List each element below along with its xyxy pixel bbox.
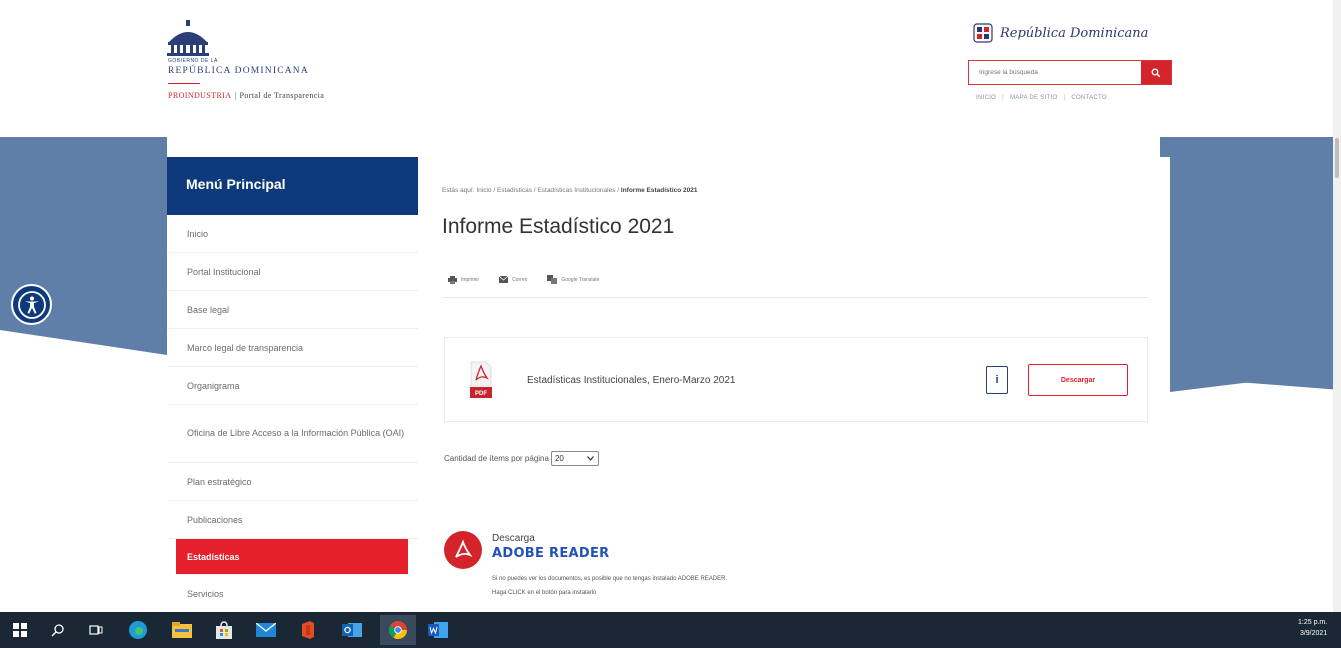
clock-date: 3/9/2021 (1299, 630, 1328, 637)
adobe-note-line1: Si no puedes ver los documentos, es posi… (492, 576, 728, 582)
envelope-icon (499, 276, 509, 283)
email-button[interactable]: Correo (499, 276, 527, 283)
adobe-download-label: Descarga (492, 533, 535, 544)
download-button[interactable]: Descargar (1028, 364, 1128, 396)
adobe-note-line2: Haga CLICK en el botón para instalarlo (492, 590, 597, 596)
menu-item-publicaciones[interactable]: Publicaciones (167, 501, 418, 539)
breadcrumb: Estás aquí: Inicio / Estadísticas / Esta… (442, 187, 698, 194)
adobe-reader-button[interactable] (444, 531, 482, 569)
email-label: Correo (512, 276, 528, 283)
divider (442, 297, 1148, 298)
file-explorer-icon[interactable] (170, 618, 194, 642)
chrome-icon[interactable] (380, 615, 416, 645)
accessibility-button[interactable] (11, 284, 52, 325)
menu-item-servicios[interactable]: Servicios (167, 575, 418, 613)
breadcrumb-estadisticas-institucionales[interactable]: Estadísticas Institucionales (537, 187, 615, 194)
menu-item-portal-institucional[interactable]: Portal Institucional (167, 253, 418, 291)
chevron-down-icon (587, 456, 594, 461)
menu-item-estadisticas[interactable]: Estadísticas (176, 539, 408, 575)
link-mapa-sitio[interactable]: MAPA DE SITIO (1010, 95, 1057, 101)
institution-name: PROINDUSTRIA (168, 91, 232, 100)
system-clock[interactable]: 1:25 p.m. 3/9/2021 (1298, 617, 1327, 639)
print-label: Imprimir (461, 276, 480, 283)
separator: | (234, 91, 237, 100)
menu-item-inicio[interactable]: Inicio (167, 215, 418, 253)
items-per-page-value: 20 (554, 454, 564, 463)
pdf-icon: PDF (470, 361, 492, 398)
page-title: Informe Estadístico 2021 (442, 215, 675, 238)
separator: | (1002, 95, 1004, 101)
translate-button[interactable]: Google Translate (547, 275, 599, 284)
outlook-icon[interactable] (340, 618, 364, 642)
page-scrollbar[interactable] (1333, 0, 1341, 612)
windows-taskbar (0, 612, 1341, 648)
main-menu: Menú Principal Inicio Portal Institucion… (167, 157, 418, 613)
office-icon[interactable] (296, 618, 320, 642)
link-contacto[interactable]: CONTACTO (1071, 95, 1107, 101)
document-title[interactable]: Estadísticas Institucionales, Enero-Marz… (527, 375, 735, 386)
windows-start-icon[interactable] (8, 618, 32, 642)
info-button[interactable]: i (986, 366, 1008, 394)
menu-item-plan-estrategico[interactable]: Plan estratégico (167, 463, 418, 501)
print-button[interactable]: Imprimir (448, 275, 480, 284)
search-icon[interactable] (46, 618, 70, 642)
search-input[interactable] (969, 61, 1141, 84)
items-per-page-label: Cantidad de ítems por página (444, 454, 549, 463)
breadcrumb-estadisticas[interactable]: Estadísticas (497, 187, 532, 194)
coat-of-arms-icon (973, 23, 993, 43)
adobe-icon (455, 539, 473, 558)
crest-icon (167, 20, 209, 56)
government-logo[interactable] (165, 20, 211, 61)
print-icon (448, 275, 457, 284)
logo-divider (168, 83, 200, 84)
menu-item-base-legal[interactable]: Base legal (167, 291, 418, 329)
breadcrumb-current: Informe Estadístico 2021 (620, 187, 698, 194)
share-toolbar: Imprimir Correo Google Translate (448, 275, 599, 284)
republica-dominicana-brand[interactable]: República Dominicana (972, 22, 1148, 44)
breadcrumb-prefix: Estás aquí: (442, 187, 475, 194)
menu-item-oai[interactable]: Oficina de Libre Acceso a la Información… (167, 405, 418, 463)
translate-icon (547, 275, 558, 284)
menu-item-organigrama[interactable]: Organigrama (167, 367, 418, 405)
mail-icon[interactable] (254, 618, 278, 642)
items-per-page-select[interactable]: 20 (550, 451, 599, 466)
document-item: PDF Estadísticas Institucionales, Enero-… (444, 337, 1148, 422)
gov-name: REPÚBLICA DOMINICANA (168, 66, 309, 76)
menu-item-marco-legal[interactable]: Marco legal de transparencia (167, 329, 418, 367)
scrollbar-thumb[interactable] (1335, 138, 1339, 178)
search-box (968, 60, 1172, 85)
link-inicio[interactable]: INICIO (976, 95, 996, 101)
accessibility-icon (17, 290, 46, 319)
task-view-icon[interactable] (84, 618, 108, 642)
store-icon[interactable] (212, 618, 236, 642)
translate-label: Google Translate (561, 276, 600, 283)
pdf-label: PDF (475, 391, 487, 397)
search-button[interactable] (1141, 61, 1171, 84)
edge-icon[interactable] (126, 618, 150, 642)
breadcrumb-inicio[interactable]: Inicio (476, 187, 491, 194)
institution-line: PROINDUSTRIA | Portal de Transparencia (168, 91, 324, 100)
main-menu-title: Menú Principal (167, 157, 418, 215)
word-icon[interactable] (426, 618, 450, 642)
separator: | (1063, 95, 1066, 101)
gov-small-text: GOBIERNO DE LA (168, 58, 218, 64)
clock-time: 1:25 p.m. (1298, 619, 1328, 626)
search-icon (1151, 68, 1161, 77)
top-links: INICIO | MAPA DE SITIO | CONTACTO (976, 95, 1107, 101)
adobe-reader-title[interactable]: ADOBE READER (492, 546, 609, 561)
content-card: Estás aquí: Inicio / Estadísticas / Esta… (418, 157, 1170, 612)
page: GOBIERNO DE LA REPÚBLICA DOMINICANA PROI… (0, 0, 1341, 648)
brand-name: República Dominicana (1000, 25, 1149, 41)
items-per-page: Cantidad de ítems por página 20 (444, 451, 599, 466)
portal-name: Portal de Transparencia (239, 91, 325, 100)
